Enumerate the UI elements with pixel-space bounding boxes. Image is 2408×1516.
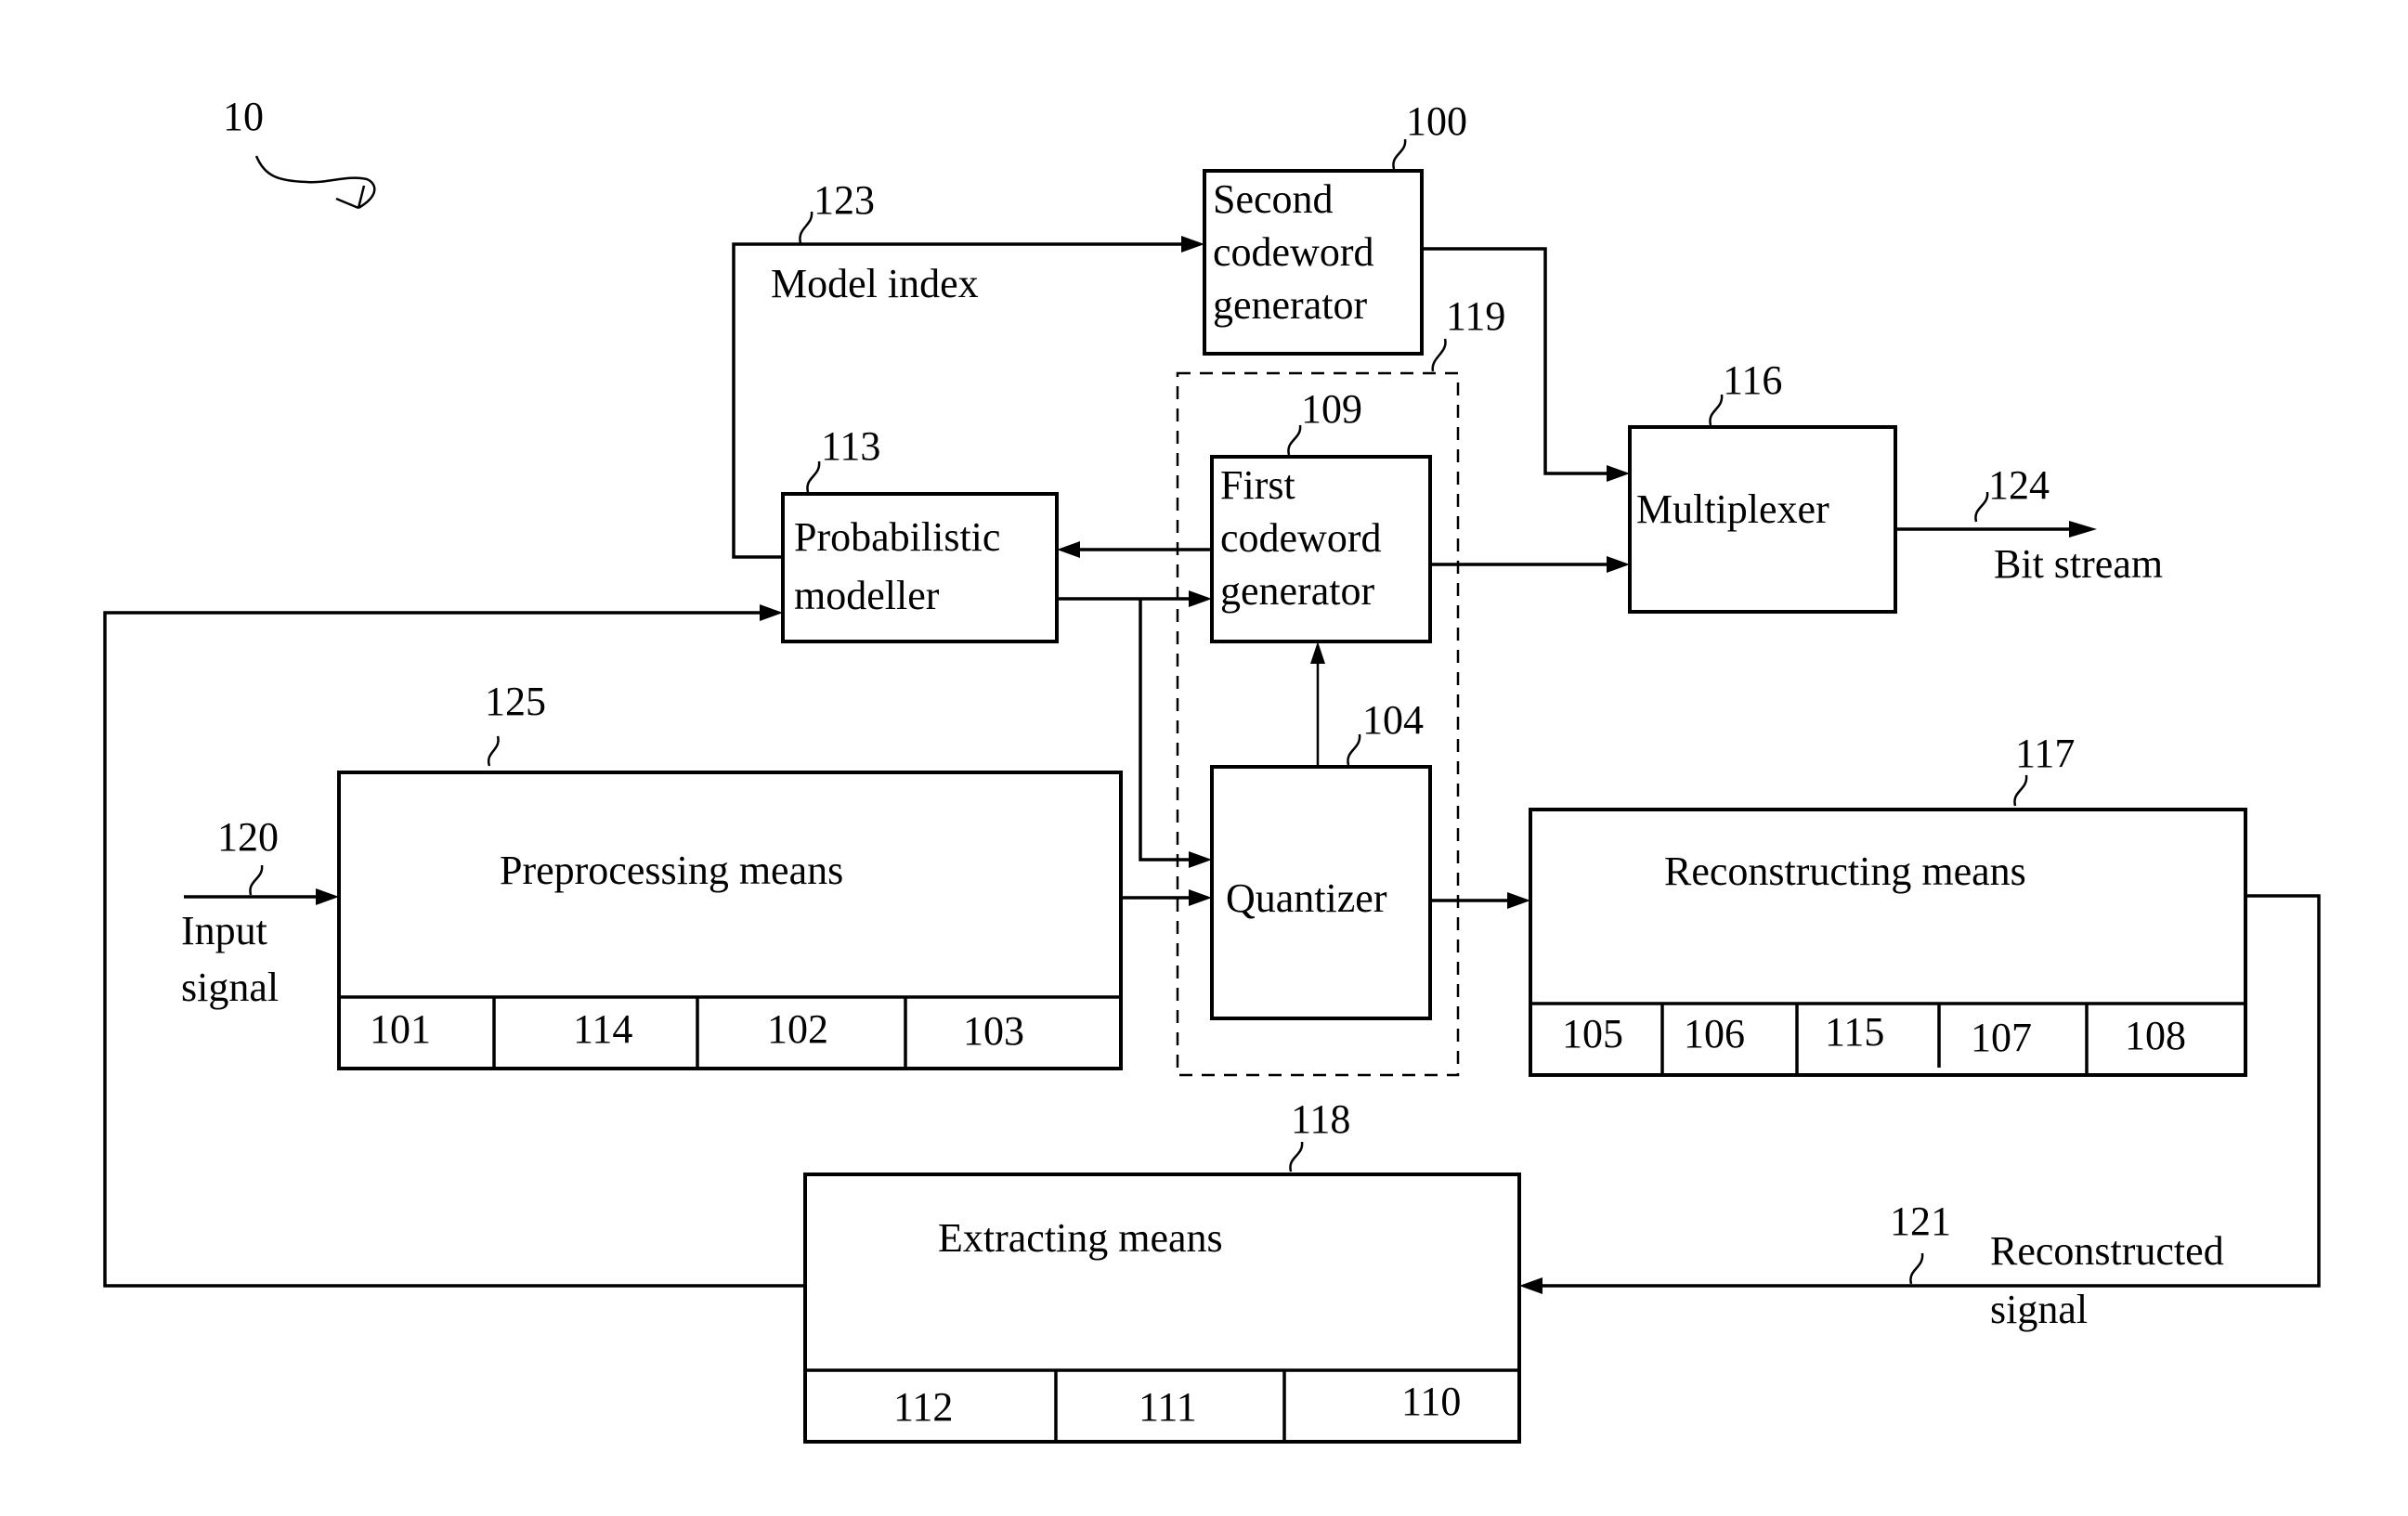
preprocessing-means-ref: 125: [485, 679, 546, 724]
reconstructing-means-leader: [2013, 774, 2028, 807]
reconstructing-cell-107: 107: [1971, 1015, 2032, 1060]
preprocessing-cell-101: 101: [370, 1006, 431, 1052]
extracting-cell-111: 111: [1139, 1384, 1197, 1430]
reconstructing-cell-105: 105: [1562, 1011, 1623, 1056]
arrowhead-model-index: [1181, 236, 1204, 253]
arrowhead-preprocessing-to-quantizer: [1189, 889, 1212, 906]
figure-reference-number: 10: [223, 94, 264, 139]
model-index-ref: 123: [814, 177, 875, 223]
probabilistic-modeller-label-1: Probabilistic: [794, 514, 1000, 560]
extracting-means[interactable]: Extracting means 112 111 110 118: [803, 1096, 1521, 1444]
extracting-cell-112: 112: [893, 1384, 953, 1430]
bit-stream-label: Bit stream: [1994, 541, 2163, 587]
arrowhead-quantizer-to-reconstructing: [1507, 892, 1530, 909]
multiplexer[interactable]: Multiplexer 116: [1628, 357, 1897, 614]
encoder-group-leader: [1431, 338, 1447, 372]
reconstructing-cell-108: 108: [2125, 1013, 2186, 1058]
second-codeword-generator-ref: 100: [1406, 98, 1467, 144]
second-codeword-generator[interactable]: Second codeword generator 100: [1203, 98, 1467, 356]
reconstructing-cell-106: 106: [1684, 1011, 1745, 1056]
quantizer-label: Quantizer: [1226, 875, 1387, 921]
probabilistic-modeller-ref: 113: [821, 423, 880, 469]
encoder-block-diagram: 10 119 Second codeword generator 100 123…: [103, 94, 2321, 1444]
second-codeword-generator-label-1: Second: [1213, 176, 1334, 222]
input-signal-leader: [249, 864, 264, 896]
probabilistic-modeller-leader: [806, 460, 821, 493]
first-codeword-generator-ref: 109: [1301, 386, 1362, 432]
arrowhead-reconstructed-signal: [1519, 1277, 1542, 1294]
reconstructed-signal: 121 Reconstructed signal: [1890, 1199, 2224, 1332]
arrowhead-second-to-mux: [1607, 465, 1630, 482]
input-signal-label-2: signal: [181, 965, 279, 1010]
second-codeword-generator-label-3: generator: [1213, 282, 1367, 328]
second-codeword-generator-leader: [1392, 138, 1407, 170]
encoder-group-ref: 119: [1446, 293, 1505, 339]
multiplexer-ref: 116: [1723, 357, 1782, 403]
input-signal-ref: 120: [217, 814, 279, 860]
model-index-leader: [799, 211, 814, 244]
preprocessing-means-leader: [487, 735, 500, 767]
second-codeword-generator-label-2: codeword: [1213, 229, 1374, 275]
arrowhead-bit-stream: [2069, 521, 2097, 538]
first-codeword-generator-label-3: generator: [1220, 568, 1374, 614]
extracting-means-leader: [1289, 1141, 1304, 1173]
wire-second-to-mux: [1422, 247, 1623, 475]
reconstructed-signal-label-2: signal: [1990, 1287, 2088, 1332]
wire-modeller-to-quantizer: [1139, 599, 1205, 862]
arrowhead-first-to-modeller: [1057, 541, 1080, 558]
arrowhead-extracting-to-modeller: [760, 604, 783, 621]
reconstructed-signal-label-1: Reconstructed: [1990, 1228, 2224, 1274]
arrowhead-quantizer-to-first: [1310, 641, 1325, 664]
preprocessing-cell-114: 114: [573, 1006, 632, 1052]
model-index-label: Model index: [771, 261, 979, 306]
probabilistic-modeller-label-2: modeller: [794, 573, 940, 618]
reconstructing-cell-115: 115: [1825, 1009, 1884, 1055]
preprocessing-means[interactable]: Preprocessing means 101 114 102 103 125: [337, 679, 1123, 1070]
reconstructing-means-ref: 117: [2015, 731, 2075, 776]
model-index-signal: 123 Model index: [771, 177, 979, 306]
quantizer[interactable]: Quantizer 104: [1210, 697, 1432, 1020]
input-signal: 120 Input signal: [181, 814, 279, 1010]
preprocessing-cell-103: 103: [963, 1008, 1024, 1054]
extracting-means-title: Extracting means: [938, 1215, 1223, 1261]
bit-stream-leader: [1974, 491, 1989, 523]
figure-reference-arrow-icon: [254, 155, 376, 210]
reconstructed-signal-leader: [1909, 1252, 1924, 1285]
extracting-means-ref: 118: [1291, 1096, 1350, 1142]
arrowhead-first-to-mux: [1607, 556, 1630, 573]
arrowhead-input-signal: [316, 888, 339, 905]
first-codeword-generator[interactable]: First codeword generator 109: [1210, 386, 1432, 643]
reconstructing-means[interactable]: Reconstructing means 105 106 115 107 108…: [1529, 731, 2247, 1077]
first-codeword-generator-label-1: First: [1220, 462, 1295, 508]
preprocessing-means-title: Preprocessing means: [500, 848, 843, 893]
quantizer-leader: [1347, 733, 1361, 766]
first-codeword-generator-leader: [1287, 424, 1302, 456]
reconstructing-means-title: Reconstructing means: [1664, 849, 2026, 894]
extracting-cell-110: 110: [1401, 1379, 1461, 1424]
preprocessing-cell-102: 102: [767, 1006, 828, 1052]
multiplexer-leader: [1709, 394, 1724, 426]
bit-stream-ref: 124: [1988, 462, 2050, 508]
probabilistic-modeller[interactable]: Probabilistic modeller 113: [781, 423, 1059, 643]
multiplexer-label: Multiplexer: [1636, 486, 1829, 532]
figure-reference: 10: [223, 94, 376, 210]
arrowhead-modeller-to-quantizer: [1189, 851, 1212, 868]
reconstructed-signal-ref: 121: [1890, 1199, 1951, 1244]
input-signal-label-1: Input: [181, 908, 267, 953]
first-codeword-generator-label-2: codeword: [1220, 515, 1382, 561]
arrowhead-modeller-to-first: [1189, 590, 1212, 607]
quantizer-ref: 104: [1362, 697, 1424, 743]
